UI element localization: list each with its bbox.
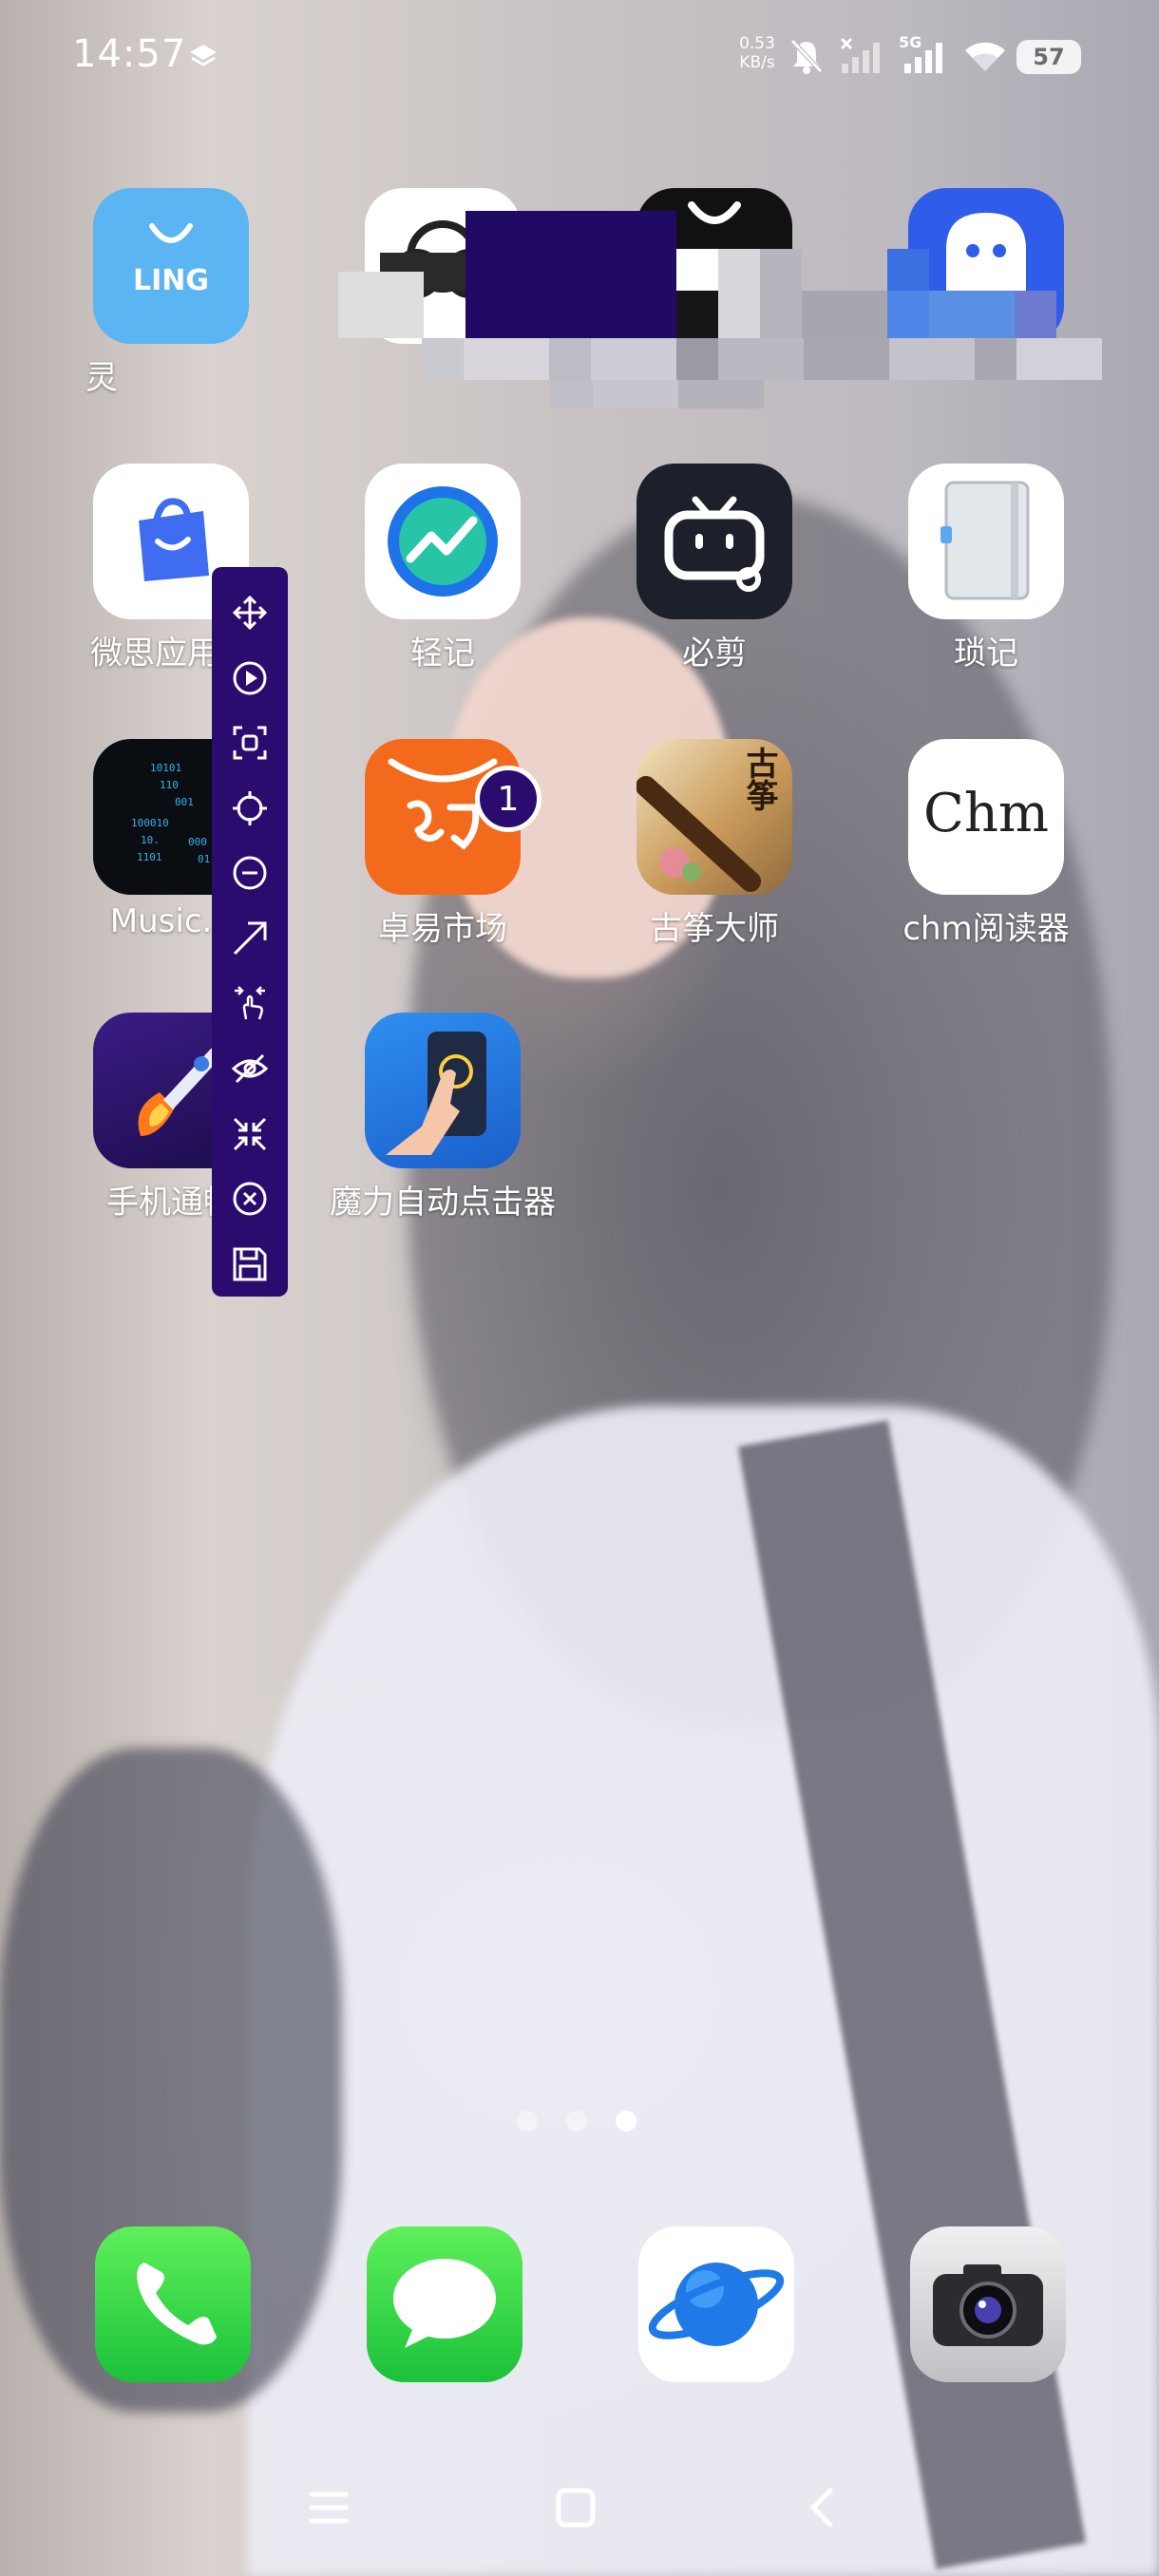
dock-phone[interactable] bbox=[95, 2226, 251, 2382]
collapse-icon bbox=[233, 1117, 267, 1150]
qingji-app-icon bbox=[365, 464, 521, 619]
network-speed: 0.53 KB/s bbox=[739, 34, 775, 72]
svg-text:01: 01 bbox=[198, 853, 210, 865]
suoji-app-icon bbox=[908, 464, 1064, 619]
back-chevron-icon bbox=[809, 2488, 833, 2528]
close-button[interactable] bbox=[212, 1166, 288, 1232]
svg-text:001: 001 bbox=[175, 796, 194, 808]
app-auto-clicker[interactable]: 魔力自动点击器 bbox=[329, 1013, 557, 1222]
hide-button[interactable] bbox=[212, 1036, 288, 1102]
autoclicker-app-icon bbox=[365, 1013, 521, 1168]
multi-touch-icon bbox=[235, 985, 265, 1019]
svg-text:1101: 1101 bbox=[137, 851, 162, 863]
svg-text:10.: 10. bbox=[141, 834, 160, 846]
app-guzheng[interactable]: 古筝 古筝大师 bbox=[600, 739, 828, 949]
remove-icon bbox=[233, 856, 267, 890]
app-chm-reader[interactable]: Chm chm阅读器 bbox=[872, 739, 1100, 949]
home-button[interactable] bbox=[538, 2470, 614, 2546]
target-icon bbox=[233, 790, 267, 825]
swipe-arrow-icon bbox=[233, 921, 267, 956]
page-dot-active[interactable] bbox=[616, 2111, 636, 2131]
notification-badge: 1 bbox=[475, 766, 542, 832]
app-suoji[interactable]: 琐记 bbox=[872, 464, 1100, 673]
bell-muted-icon bbox=[790, 39, 823, 74]
clock: 14:57 bbox=[72, 32, 187, 76]
home-square-icon bbox=[556, 2488, 596, 2528]
menu-icon bbox=[309, 2491, 349, 2524]
save-icon bbox=[233, 1247, 267, 1281]
app-label: 古筝大师 bbox=[650, 910, 779, 948]
layers-icon bbox=[190, 45, 217, 66]
app-label: 轻记 bbox=[410, 635, 475, 672]
planet-browser-icon bbox=[648, 2263, 785, 2346]
move-icon bbox=[232, 596, 268, 631]
add-target-button[interactable] bbox=[212, 776, 288, 842]
status-icons: 5G bbox=[788, 33, 1009, 78]
auto-clicker-toolbar[interactable] bbox=[212, 567, 288, 1297]
play-button[interactable] bbox=[212, 646, 288, 711]
collapse-button[interactable] bbox=[212, 1101, 288, 1166]
tap-hand-icon bbox=[386, 1032, 486, 1155]
back-button[interactable] bbox=[785, 2470, 861, 2546]
trend-chart-icon bbox=[388, 486, 498, 597]
phone-icon bbox=[137, 2263, 217, 2345]
page-dot[interactable] bbox=[517, 2111, 538, 2131]
signal-5g-icon: 5G bbox=[899, 33, 946, 75]
app-qingji[interactable]: 轻记 bbox=[329, 464, 557, 673]
chm-app-icon: Chm bbox=[908, 739, 1064, 895]
signal-no-sim-icon bbox=[840, 37, 880, 73]
page-dot[interactable] bbox=[566, 2111, 587, 2131]
svg-text:000: 000 bbox=[188, 836, 207, 848]
page-indicator[interactable] bbox=[517, 2111, 636, 2131]
bijian-app-icon bbox=[636, 464, 792, 619]
app-bijian[interactable]: 必剪 bbox=[600, 464, 828, 673]
guzheng-app-icon: 古筝 bbox=[636, 739, 792, 895]
notebook-icon bbox=[940, 481, 1030, 600]
app-label: 卓易市场 bbox=[378, 910, 507, 948]
remove-target-button[interactable] bbox=[212, 841, 288, 906]
move-button[interactable] bbox=[212, 580, 288, 646]
multi-touch-button[interactable] bbox=[212, 971, 288, 1036]
close-icon bbox=[233, 1182, 267, 1216]
message-bubble-icon bbox=[393, 2259, 496, 2348]
ling-app-icon: LING bbox=[93, 188, 249, 344]
play-icon bbox=[233, 661, 267, 695]
app-label: 灵 bbox=[86, 359, 118, 397]
app-label: 必剪 bbox=[682, 635, 747, 672]
battery-indicator: 57 bbox=[1016, 40, 1081, 74]
dock-browser[interactable] bbox=[638, 2226, 794, 2382]
svg-text:100010: 100010 bbox=[131, 817, 169, 829]
tv-robot-icon bbox=[664, 496, 765, 592]
screenshot-button[interactable] bbox=[212, 710, 288, 776]
save-button[interactable] bbox=[212, 1231, 288, 1297]
svg-text:10101: 10101 bbox=[150, 762, 181, 774]
screenshot-icon bbox=[233, 726, 267, 760]
dock-messages[interactable] bbox=[367, 2226, 522, 2382]
app-ling[interactable]: LING 灵 bbox=[57, 188, 285, 398]
camera-icon bbox=[933, 2264, 1043, 2346]
svg-text:110: 110 bbox=[160, 779, 179, 791]
app-label: chm阅读器 bbox=[902, 910, 1070, 948]
menu-button[interactable] bbox=[291, 2470, 367, 2546]
app-label: 琐记 bbox=[954, 635, 1018, 672]
dock-camera[interactable] bbox=[910, 2226, 1066, 2382]
wifi-icon bbox=[965, 42, 1005, 71]
swipe-button[interactable] bbox=[212, 906, 288, 972]
status-bar: 14:57 0.53 KB/s 5G 57 bbox=[0, 0, 1159, 114]
hide-icon bbox=[231, 1054, 269, 1084]
app-label: 魔力自动点击器 bbox=[330, 1184, 556, 1222]
